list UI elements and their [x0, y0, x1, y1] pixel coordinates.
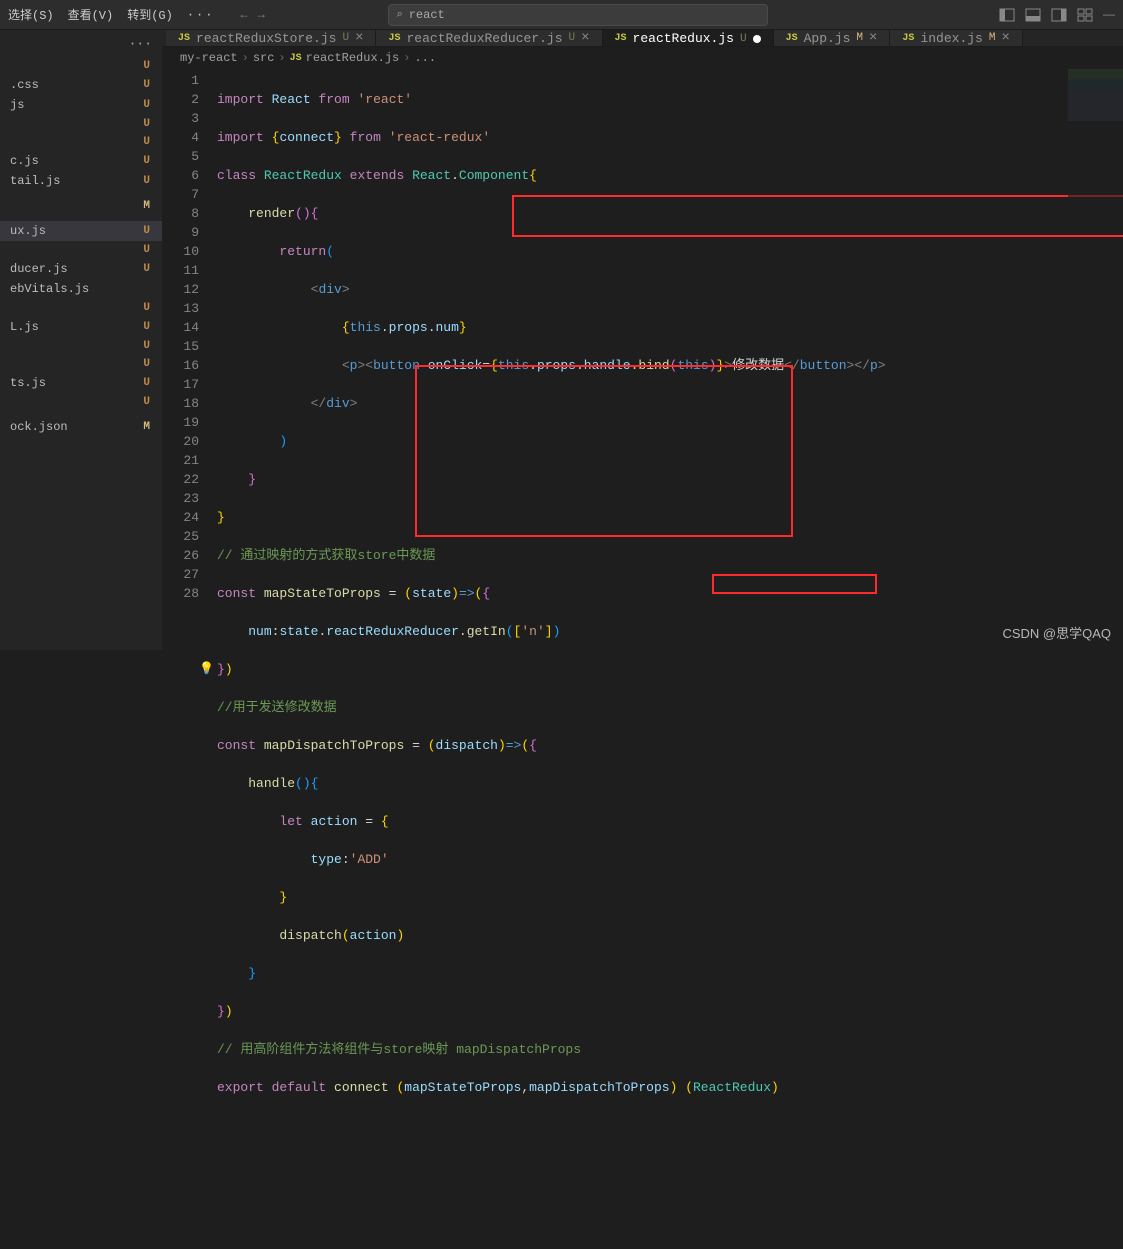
watermark: CSDN @思学QAQ: [1002, 623, 1111, 642]
code-editor[interactable]: 1234567891011121314151617181920212223242…: [162, 69, 1123, 1249]
js-file-icon: JS: [290, 53, 302, 64]
top-menu-bar: 选择(S) 查看(V) 转到(G) ··· ← → ⌕ react —: [0, 0, 1123, 30]
menu-select[interactable]: 选择(S): [8, 6, 54, 23]
search-icon: ⌕: [397, 9, 403, 21]
layout-right-icon[interactable]: [1051, 7, 1067, 23]
layout-grid-icon[interactable]: [1077, 7, 1093, 23]
chevron-right-icon: ›: [242, 51, 249, 65]
nav-forward-icon[interactable]: →: [258, 8, 265, 22]
lightbulb-icon[interactable]: 💡: [199, 660, 214, 679]
editor-tab[interactable]: JSreactRedux.jsU: [603, 30, 774, 46]
breadcrumb[interactable]: my-react › src › JS reactRedux.js › ...: [162, 47, 1123, 69]
layout-bottom-icon[interactable]: [1025, 7, 1041, 23]
editor-tab[interactable]: JSreactReduxStore.jsU×: [166, 30, 376, 46]
breadcrumb-more[interactable]: ...: [414, 51, 436, 65]
sidebar-more-icon[interactable]: ···: [129, 36, 152, 51]
sidebar-file-item[interactable]: ducer.jsU: [0, 259, 162, 279]
editor-tabs: JSreactReduxStore.jsU×JSreactReduxReduce…: [162, 30, 1123, 47]
sidebar-file-item[interactable]: jsU: [0, 95, 162, 115]
sidebar-file-item[interactable]: U: [0, 299, 162, 317]
sidebar-file-item[interactable]: U: [0, 133, 162, 151]
sidebar-file-item[interactable]: ux.jsU: [0, 221, 162, 241]
sidebar-file-item[interactable]: U: [0, 115, 162, 133]
chevron-right-icon: ›: [278, 51, 285, 65]
sidebar-file-item[interactable]: U: [0, 355, 162, 373]
sidebar-file-item[interactable]: c.jsU: [0, 151, 162, 171]
editor-tab[interactable]: JSApp.jsM×: [774, 30, 891, 46]
sidebar-file-item[interactable]: L.jsU: [0, 317, 162, 337]
breadcrumb-file[interactable]: reactRedux.js: [306, 51, 400, 65]
sidebar-file-item[interactable]: U: [0, 57, 162, 75]
minimap[interactable]: [1068, 69, 1123, 199]
sidebar-file-item[interactable]: U: [0, 393, 162, 411]
editor-tab[interactable]: JSindex.jsM×: [890, 30, 1022, 46]
layout-left-icon[interactable]: [999, 7, 1015, 23]
line-gutter: 1234567891011121314151617181920212223242…: [162, 69, 217, 1249]
layout-controls: —: [999, 7, 1115, 23]
menu-more[interactable]: ···: [187, 8, 215, 22]
code-content[interactable]: import React from 'react' import {connec…: [217, 69, 1123, 1249]
sidebar-file-item[interactable]: M: [0, 197, 162, 215]
nav-back-icon[interactable]: ←: [240, 8, 247, 22]
command-center[interactable]: ⌕ react: [388, 4, 768, 26]
breadcrumb-root[interactable]: my-react: [180, 51, 238, 65]
breadcrumb-folder[interactable]: src: [253, 51, 275, 65]
editor-tab[interactable]: JSreactReduxReducer.jsU×: [376, 30, 602, 46]
chevron-right-icon: ›: [403, 51, 410, 65]
menu-view[interactable]: 查看(V): [68, 6, 114, 23]
sidebar-file-item[interactable]: .cssU: [0, 75, 162, 95]
sidebar-file-item[interactable]: U: [0, 337, 162, 355]
minimize-icon[interactable]: —: [1103, 7, 1115, 23]
sidebar-file-item[interactable]: ebVitals.js: [0, 279, 162, 299]
menu-go[interactable]: 转到(G): [127, 6, 173, 23]
sidebar-file-item[interactable]: ts.jsU: [0, 373, 162, 393]
explorer-sidebar: ··· U.cssUjsUUUc.jsUtail.jsUMux.jsUUduce…: [0, 30, 162, 650]
sidebar-file-item[interactable]: U: [0, 241, 162, 259]
sidebar-file-item[interactable]: tail.jsU: [0, 171, 162, 191]
sidebar-file-item[interactable]: ock.jsonM: [0, 417, 162, 437]
search-text: react: [409, 8, 445, 22]
